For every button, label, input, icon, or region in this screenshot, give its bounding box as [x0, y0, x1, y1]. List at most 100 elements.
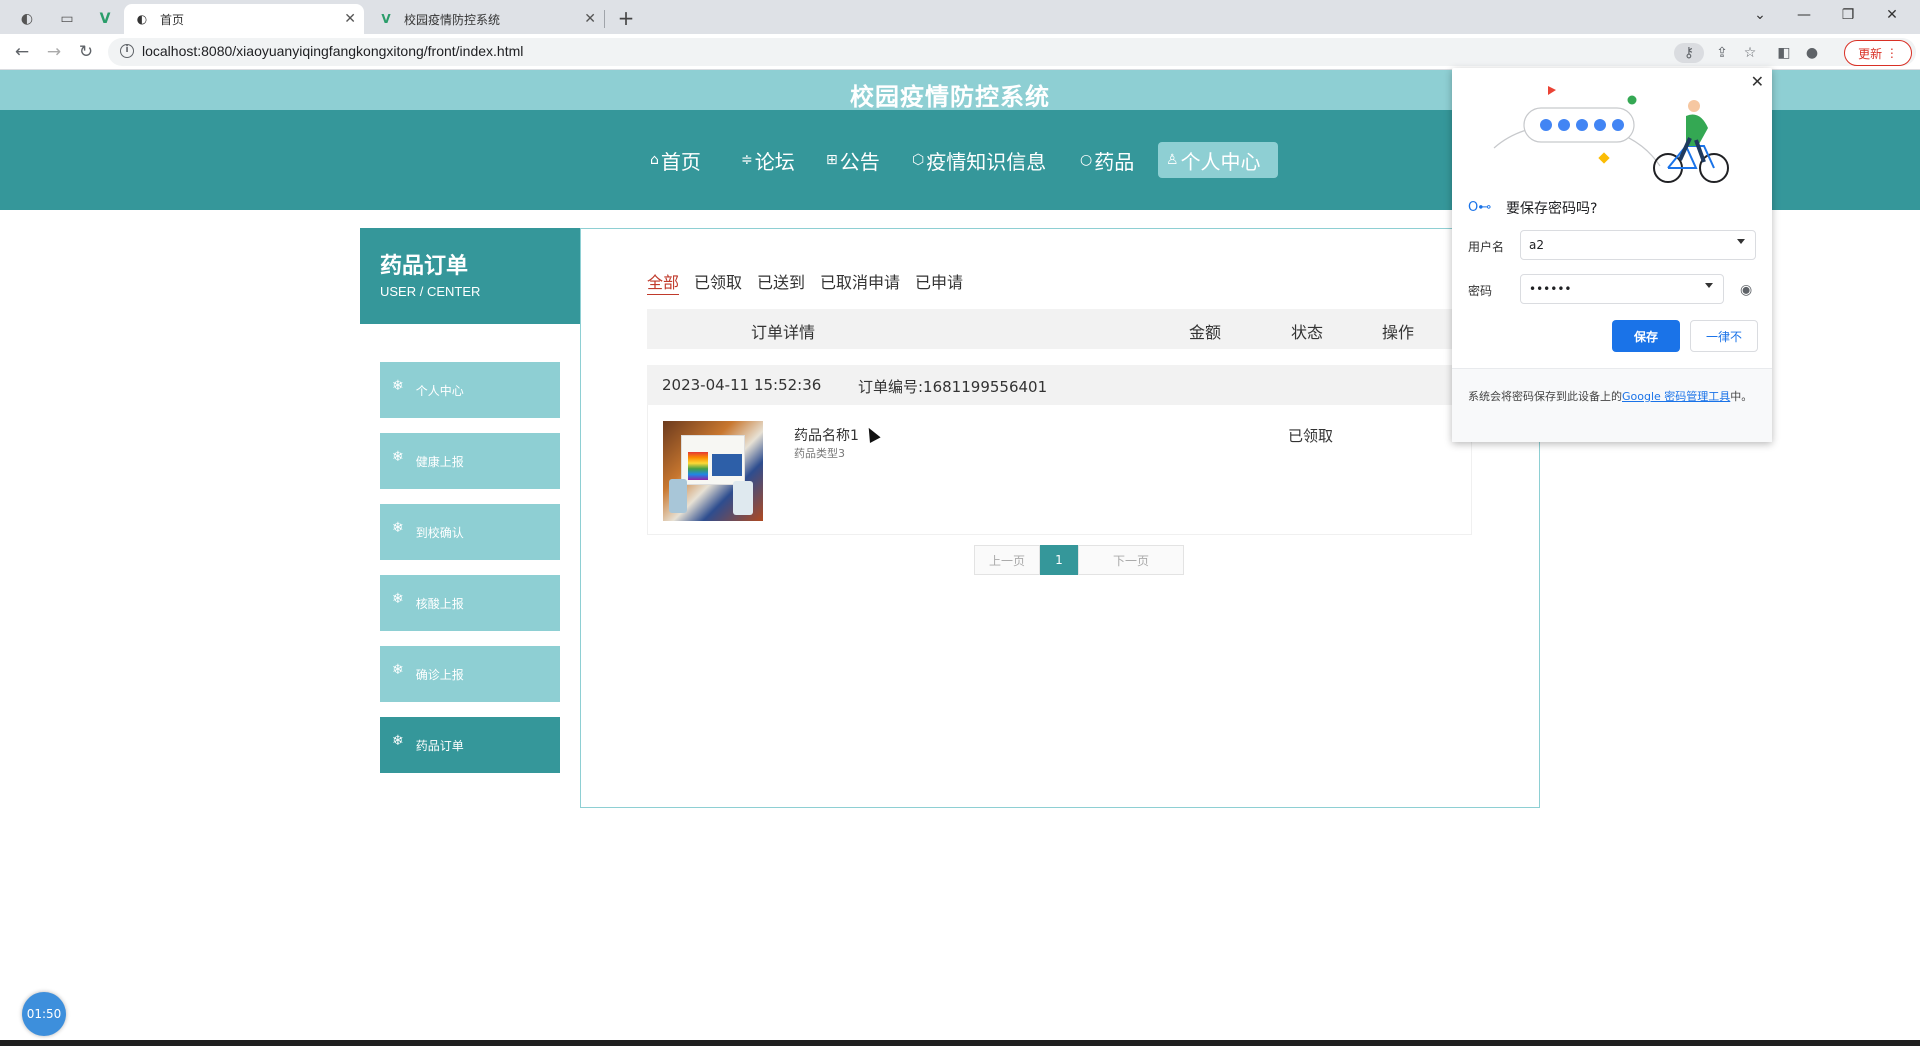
bottom-bar: [0, 1040, 1920, 1046]
new-tab-button[interactable]: +: [612, 4, 640, 32]
pinned-tab-2[interactable]: ▭: [50, 4, 84, 34]
sidebar-item-medicine-orders[interactable]: ❄ 药品订单: [380, 717, 560, 773]
nav-label: 药品: [1094, 149, 1135, 174]
update-label: 更新: [1858, 46, 1883, 61]
medicine-bottle: [733, 481, 753, 515]
update-button[interactable]: 更新 ⋮: [1844, 40, 1912, 66]
filter-cancelled[interactable]: 已取消申请: [820, 269, 900, 293]
close-window-button[interactable]: ✕: [1870, 0, 1914, 30]
column-header: 状态: [1291, 323, 1324, 342]
pagination: 上一页 1 下一页: [974, 545, 1184, 575]
tab-system[interactable]: V 校园疫情防控系统 ✕: [368, 4, 604, 34]
key-icon[interactable]: ⚷: [1674, 43, 1704, 63]
info-icon[interactable]: i: [120, 44, 134, 58]
product-image[interactable]: [663, 421, 763, 521]
column-header: 订单详情: [751, 323, 816, 342]
sidebar-item-user-center[interactable]: ❄ 个人中心: [380, 362, 560, 418]
snowflake-icon: ❄: [392, 591, 404, 607]
restore-button[interactable]: ❐: [1826, 0, 1870, 30]
share-icon[interactable]: ⇪: [1712, 43, 1732, 63]
nav-label: 个人中心: [1180, 149, 1261, 174]
page-icon: ▭: [60, 11, 74, 27]
password-field[interactable]: ••••••: [1520, 274, 1724, 304]
page-number-button[interactable]: 1: [1040, 545, 1078, 575]
filter-delivered[interactable]: 已送到: [757, 269, 805, 293]
pinned-tab-3[interactable]: V: [88, 4, 122, 34]
product-name[interactable]: 药品名称1: [794, 425, 859, 445]
sidebar-item-arrival-confirm[interactable]: ❄ 到校确认: [380, 504, 560, 560]
order-time: 2023-04-11 15:52:36: [662, 376, 822, 394]
nav-label: 论坛: [754, 149, 795, 174]
chevron-down-icon: [1737, 239, 1745, 244]
globe-icon: ◐: [136, 12, 148, 26]
dialog-footer: 系统会将密码保存到此设备上的Google 密码管理工具中。: [1452, 368, 1772, 442]
nav-label: 首页: [660, 149, 701, 174]
medicine-bottle: [669, 479, 687, 513]
back-button[interactable]: ←: [8, 38, 36, 66]
sidebar-header: 药品订单 USER / CENTER: [360, 228, 580, 324]
minimize-button[interactable]: —: [1782, 0, 1826, 30]
vue-icon: V: [99, 11, 111, 27]
url-text[interactable]: localhost:8080/xiaoyuanyiqingfangkongxit…: [142, 43, 523, 59]
globe-icon: ◐: [20, 11, 34, 27]
forward-button[interactable]: →: [40, 38, 68, 66]
username-label: 用户名: [1468, 240, 1505, 254]
key-icon: O⊷: [1468, 200, 1492, 215]
tab-home[interactable]: ◐ 首页 ✕: [124, 4, 364, 34]
sidebar-subtitle: USER / CENTER: [380, 284, 481, 299]
user-icon: ♙: [1166, 152, 1179, 168]
prev-page-button[interactable]: 上一页: [974, 545, 1040, 575]
nav-medicine[interactable]: ○ 药品: [1072, 142, 1142, 178]
reload-button[interactable]: ↻: [72, 38, 100, 66]
filter-all[interactable]: 全部: [647, 269, 680, 295]
save-password-dialog: ✕ O⊷ 要保存密码吗? 用户名 a2 密码 •••••• ◉ 保存 一律不 系…: [1452, 68, 1772, 442]
sidebar-item-label: 确诊上报: [415, 667, 464, 682]
sidebar-item-label: 个人中心: [415, 383, 464, 398]
nav-forum[interactable]: ≑ 论坛: [733, 142, 803, 178]
browser-toolbar: ← → ↻ i localhost:8080/xiaoyuanyiqingfan…: [0, 34, 1920, 70]
nav-home[interactable]: ⌂ 首页: [642, 142, 709, 178]
never-button[interactable]: 一律不: [1690, 320, 1758, 352]
eye-icon[interactable]: ◉: [1740, 282, 1752, 298]
order-number: 订单编号:1681199556401: [858, 378, 1048, 396]
sidebar-item-label: 健康上报: [415, 454, 464, 469]
address-bar[interactable]: i localhost:8080/xiaoyuanyiqingfangkongx…: [108, 38, 1916, 66]
vue-icon: V: [381, 12, 391, 26]
profile-icon[interactable]: ●: [1802, 43, 1822, 63]
snowflake-icon: ❄: [392, 520, 404, 536]
nav-user-center[interactable]: ♙ 个人中心: [1158, 142, 1278, 178]
sidebar-item-diagnosis-report[interactable]: ❄ 确诊上报: [380, 646, 560, 702]
sidebar-item-nucleic-report[interactable]: ❄ 核酸上报: [380, 575, 560, 631]
orders-panel: 全部 已领取 已送到 已取消申请 已申请 订单详情 金额 状态 操作 2023-…: [580, 228, 1540, 808]
mouse-cursor: [863, 425, 881, 443]
sidebar-item-health-report[interactable]: ❄ 健康上报: [380, 433, 560, 489]
product-type: 药品类型3: [794, 447, 845, 460]
nav-notice[interactable]: ⊞ 公告: [818, 142, 888, 178]
order-status: 已领取: [1288, 427, 1334, 445]
close-icon[interactable]: ✕: [1751, 72, 1764, 91]
star-icon[interactable]: ☆: [1740, 43, 1760, 63]
sidebar-item-label: 药品订单: [415, 738, 464, 753]
tab-search-icon[interactable]: ⌄: [1738, 0, 1782, 30]
save-button[interactable]: 保存: [1612, 320, 1680, 352]
chevron-down-icon: [1705, 283, 1713, 288]
close-icon[interactable]: ✕: [584, 11, 596, 27]
pinned-tab-1[interactable]: ◐: [10, 4, 44, 34]
password-manager-link[interactable]: Google 密码管理工具: [1622, 390, 1730, 403]
snowflake-icon: ❄: [392, 733, 404, 749]
close-icon[interactable]: ✕: [344, 11, 356, 27]
username-field[interactable]: a2: [1520, 230, 1756, 260]
nav-epidemic-info[interactable]: ⬡ 疫情知识信息: [904, 142, 1054, 178]
medicine-box: [681, 435, 745, 485]
order-row-header: 2023-04-11 15:52:36 订单编号:1681199556401: [647, 365, 1472, 405]
side-panel-icon[interactable]: ◧: [1774, 43, 1794, 63]
sidebar-title: 药品订单: [380, 254, 469, 279]
timer-badge[interactable]: 01:50: [22, 992, 66, 1036]
next-page-button[interactable]: 下一页: [1078, 545, 1184, 575]
cyclist-illustration: [1493, 86, 1729, 183]
password-label: 密码: [1468, 284, 1493, 298]
footer-text: 系统会将密码保存到此设备上的: [1468, 390, 1622, 403]
column-header: 金额: [1189, 323, 1222, 342]
filter-received[interactable]: 已领取: [694, 269, 742, 293]
filter-applied[interactable]: 已申请: [915, 269, 963, 293]
